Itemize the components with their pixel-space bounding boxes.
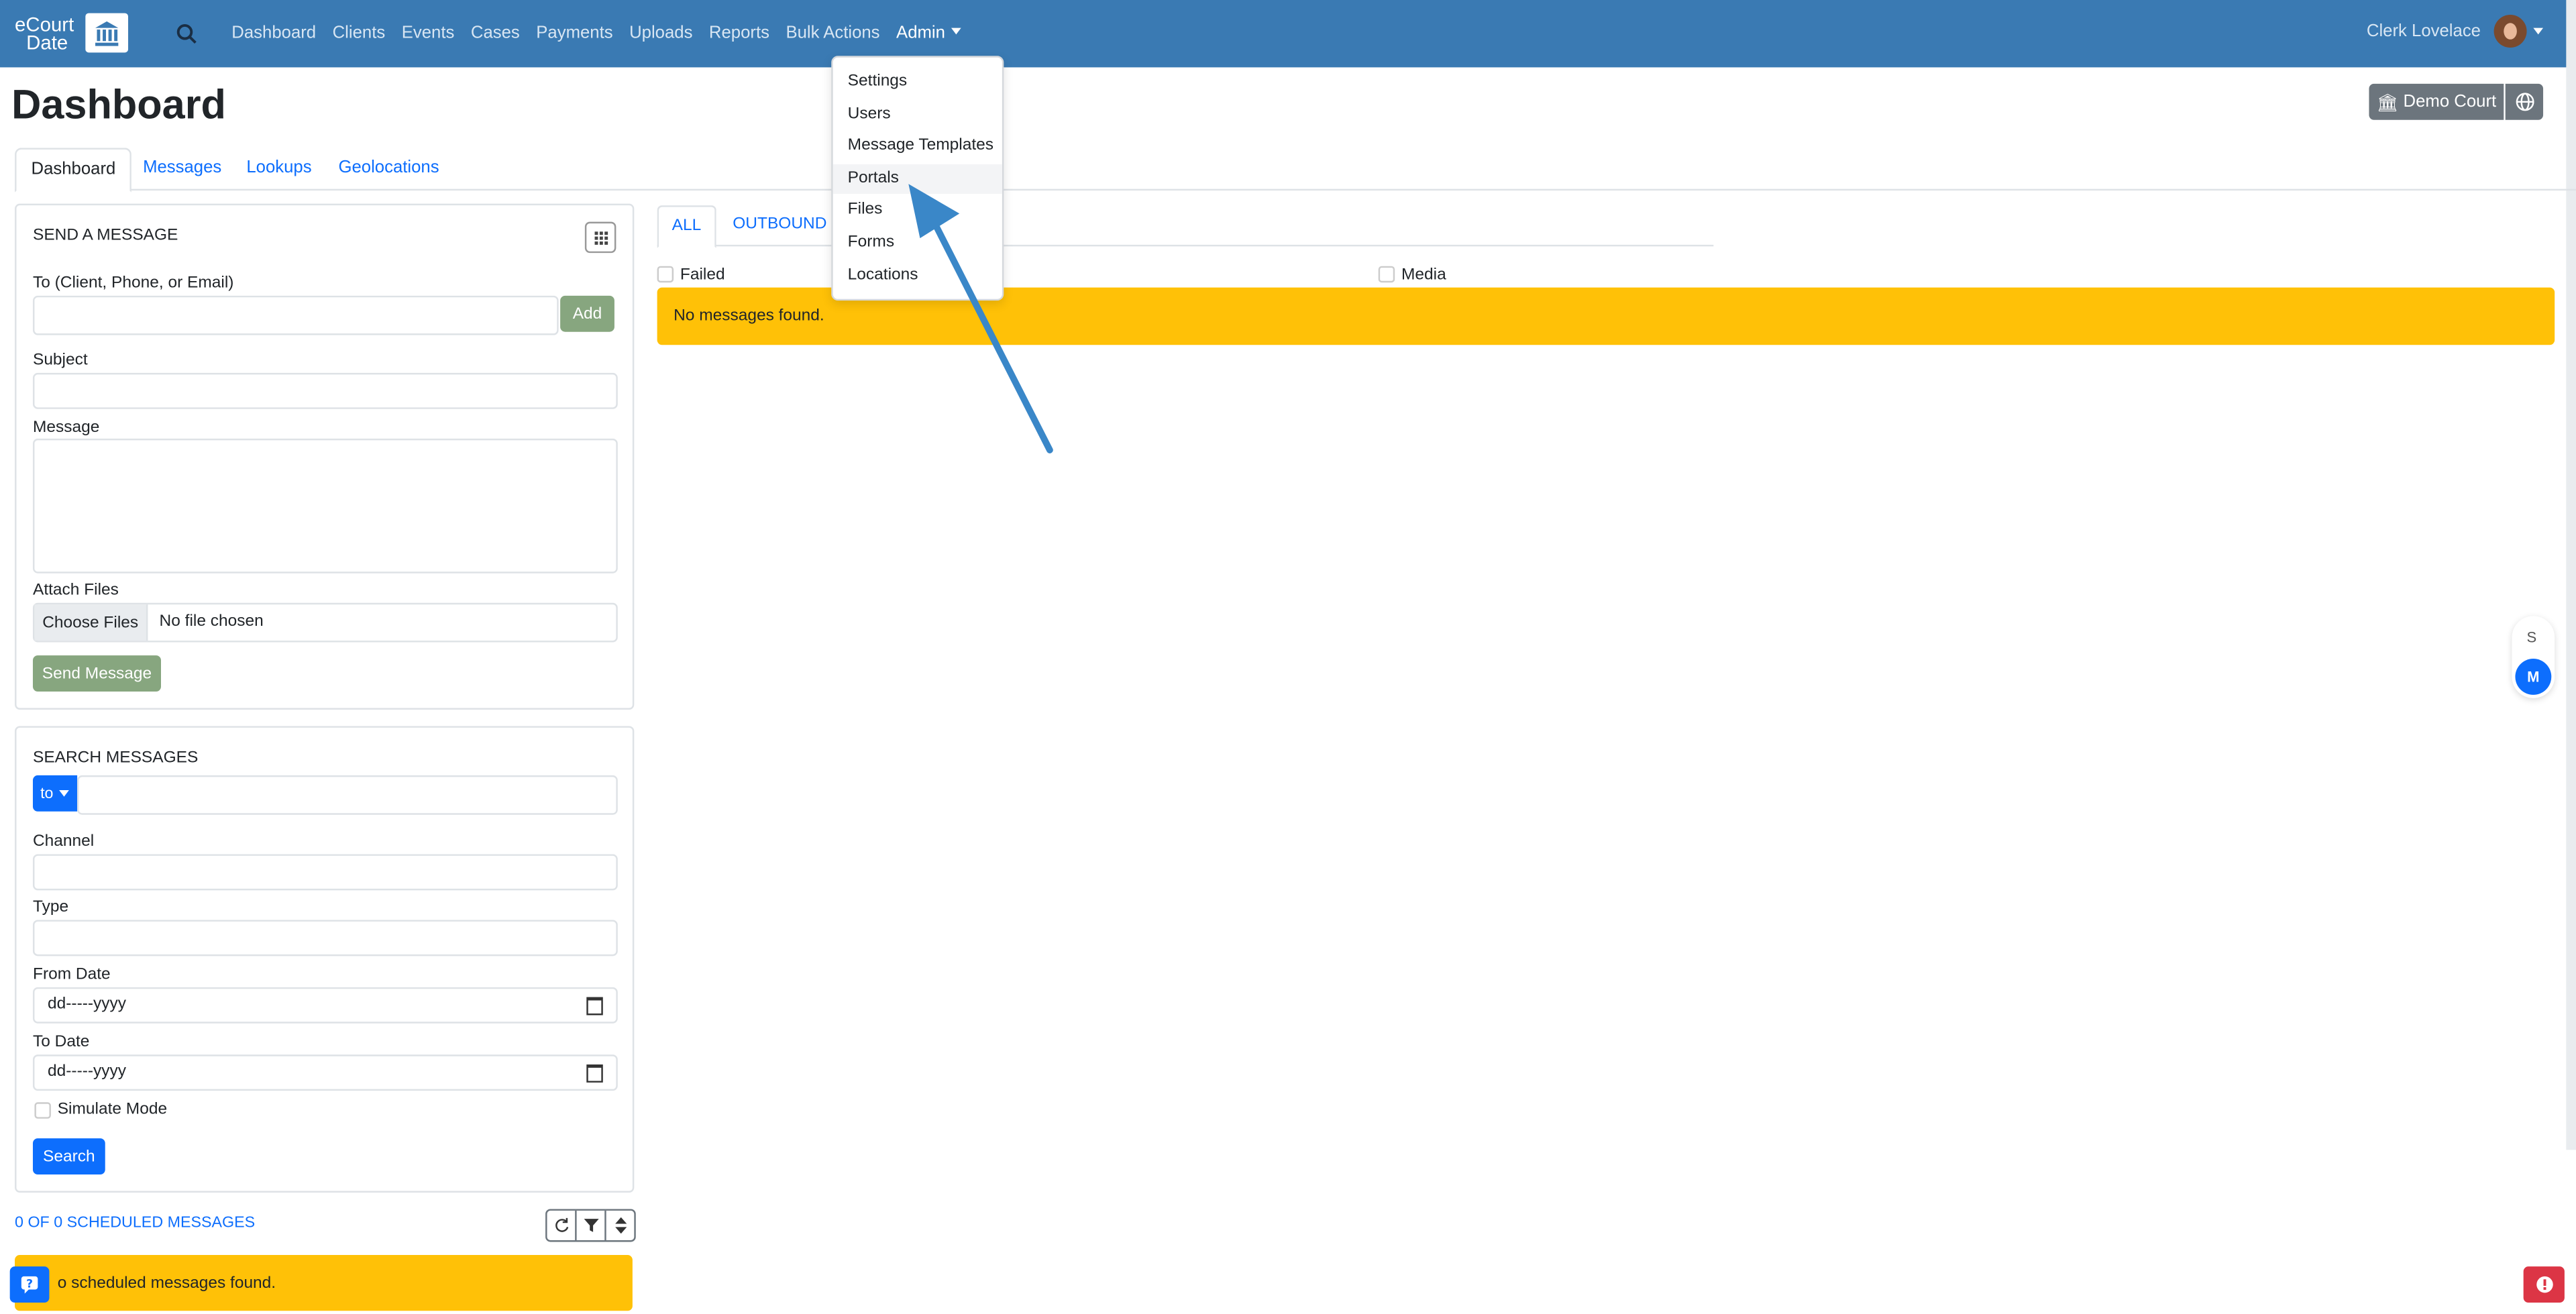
svg-text:?: ?	[26, 1277, 33, 1291]
help-chat-icon: ?	[21, 1276, 38, 1294]
floating-switcher: S M	[2512, 616, 2555, 698]
help-button[interactable]: ?	[9, 1266, 50, 1303]
app-root: eCourt Date Dashboard Clients Events Cas…	[0, 0, 2576, 1314]
annotation-arrow	[908, 184, 1053, 453]
switch-m-button[interactable]: M	[2515, 659, 2552, 695]
switch-s-button[interactable]: S	[2527, 629, 2537, 645]
exclamation-icon	[2536, 1276, 2553, 1293]
alert-button[interactable]	[2523, 1266, 2565, 1303]
